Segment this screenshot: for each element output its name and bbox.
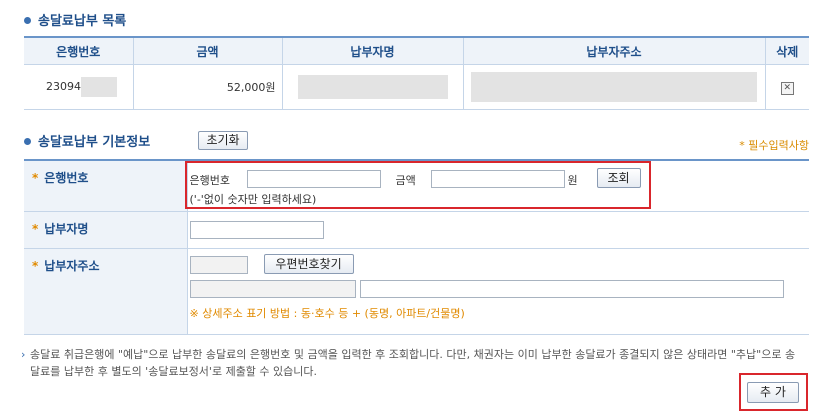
col-delete: 삭제 <box>764 36 809 65</box>
bullet-icon <box>24 17 31 24</box>
zipcode-search-button[interactable]: 우편번호찾기 <box>263 253 354 274</box>
bank-no-value: 23094 <box>46 80 81 93</box>
cell-delete: ✕ <box>764 64 809 110</box>
cell-amount: 52,000원 <box>132 64 282 110</box>
notice-text: › 송달료 취급은행에 "예납"으로 납부한 송달료의 은행번호 및 금액을 입력… <box>21 348 796 378</box>
zipcode-input[interactable] <box>189 255 248 274</box>
form-label-payer: * 납부자명 <box>24 211 188 249</box>
masked-value <box>81 77 117 97</box>
table-header-row: 은행번호 금액 납부자명 납부자주소 삭제 <box>24 36 809 65</box>
address-input[interactable] <box>189 279 356 298</box>
form-cell-payer <box>187 211 809 249</box>
masked-value <box>471 72 757 102</box>
address-format-note: ※ 상세주소 표기 방법 : 동·호수 등 + (동명, 아파트/건물명) <box>189 306 465 320</box>
form-label-bank: * 은행번호 <box>24 160 188 212</box>
col-amount: 금액 <box>132 36 282 65</box>
delete-icon[interactable]: ✕ <box>780 81 794 95</box>
table-row: 23094 52,000원 ✕ <box>24 64 809 110</box>
address-detail-input[interactable] <box>359 279 784 298</box>
form-label-address: * 납부자주소 <box>24 248 188 335</box>
cell-payer-name <box>281 64 463 110</box>
form-cell-address: 우편번호찾기 ※ 상세주소 표기 방법 : 동·호수 등 + (동명, 아파트/… <box>187 248 809 335</box>
masked-value <box>297 75 448 99</box>
highlight-box <box>185 161 651 209</box>
cell-bank-no: 23094 <box>24 64 133 110</box>
reset-button[interactable]: 초기화 <box>198 131 248 150</box>
bullet-icon <box>24 138 31 145</box>
cell-payer-address <box>462 64 765 110</box>
col-bank-no: 은행번호 <box>24 36 133 65</box>
list-section-title: 송달료납부 목록 <box>24 10 126 29</box>
payer-name-input[interactable] <box>189 220 324 239</box>
form-row-address: * 납부자주소 우편번호찾기 ※ 상세주소 표기 방법 : 동·호수 등 + (동… <box>24 248 809 335</box>
col-payer-name: 납부자명 <box>281 36 463 65</box>
add-button[interactable]: 추 가 <box>747 382 799 403</box>
form-row-payer: * 납부자명 <box>24 211 809 249</box>
required-note: * 필수입력사항 <box>739 139 809 152</box>
payment-list-table: 은행번호 금액 납부자명 납부자주소 삭제 23094 52,000원 ✕ <box>24 36 809 110</box>
col-payer-address: 납부자주소 <box>462 36 765 65</box>
basic-section-title: 송달료납부 기본정보 <box>24 131 150 150</box>
arrow-icon: › <box>21 348 26 361</box>
